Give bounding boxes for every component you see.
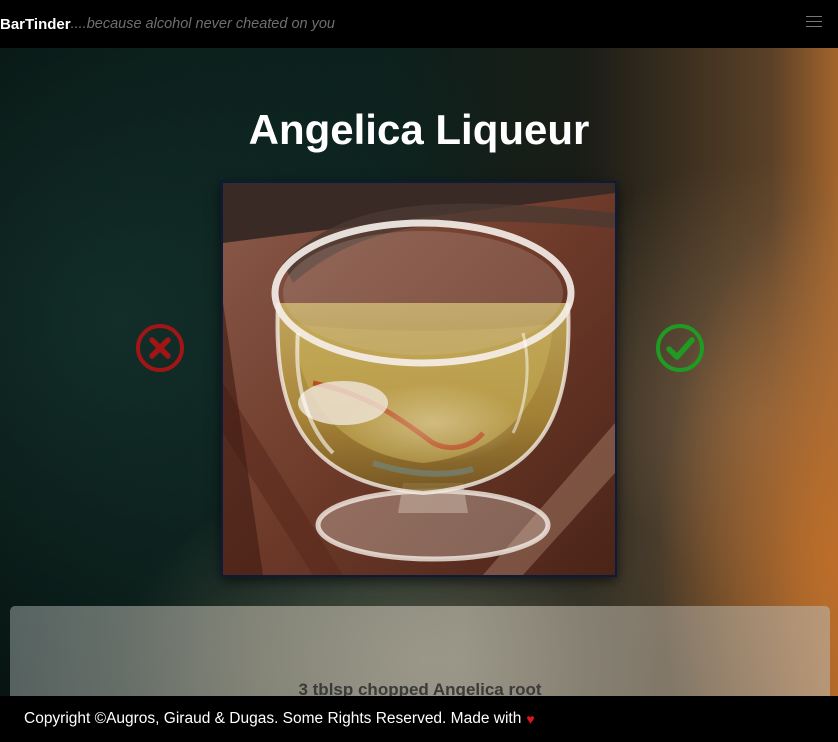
tagline: ....because alcohol never cheated on you bbox=[70, 16, 335, 32]
heart-icon: ♥ bbox=[526, 711, 535, 727]
hamburger-menu-icon[interactable] bbox=[806, 16, 822, 30]
drink-photo bbox=[221, 181, 617, 577]
reject-button[interactable] bbox=[135, 323, 185, 373]
drink-title: Angelica Liqueur bbox=[248, 106, 590, 153]
x-circle-icon bbox=[136, 324, 184, 372]
page: BarTinder ....because alcohol never chea… bbox=[0, 0, 838, 742]
navbar: BarTinder ....because alcohol never chea… bbox=[0, 0, 838, 48]
brand-logo[interactable]: BarTinder bbox=[0, 16, 71, 33]
check-circle-icon bbox=[656, 324, 704, 372]
footer: Copyright ©Augros, Giraud & Dugas. Some … bbox=[0, 696, 838, 742]
footer-copyright: Copyright ©Augros, Giraud & Dugas. Some … bbox=[24, 710, 522, 727]
accept-button[interactable] bbox=[655, 323, 705, 373]
